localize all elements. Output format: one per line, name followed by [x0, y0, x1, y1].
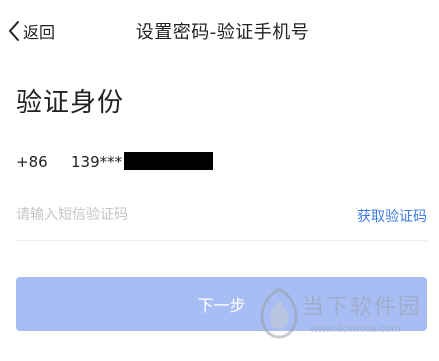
next-step-label: 下一步	[197, 296, 246, 315]
phone-number-prefix: 139***	[71, 153, 123, 171]
verification-code-row: 获取验证码	[16, 196, 427, 241]
country-code: +86	[16, 153, 48, 171]
verification-code-input[interactable]	[16, 202, 316, 228]
section-heading: 验证身份	[16, 88, 125, 118]
screen: 返回 设置密码-验证手机号 验证身份 +86 139*** 获取验证码 下一步 …	[0, 0, 439, 361]
phone-number-redacted	[124, 152, 214, 170]
page-title: 设置密码-验证手机号	[135, 22, 310, 43]
phone-number-row: +86 139***	[16, 151, 214, 173]
get-code-button[interactable]: 获取验证码	[357, 206, 427, 226]
next-step-button[interactable]: 下一步	[16, 277, 427, 331]
header-bar: 返回 设置密码-验证手机号	[0, 0, 439, 64]
